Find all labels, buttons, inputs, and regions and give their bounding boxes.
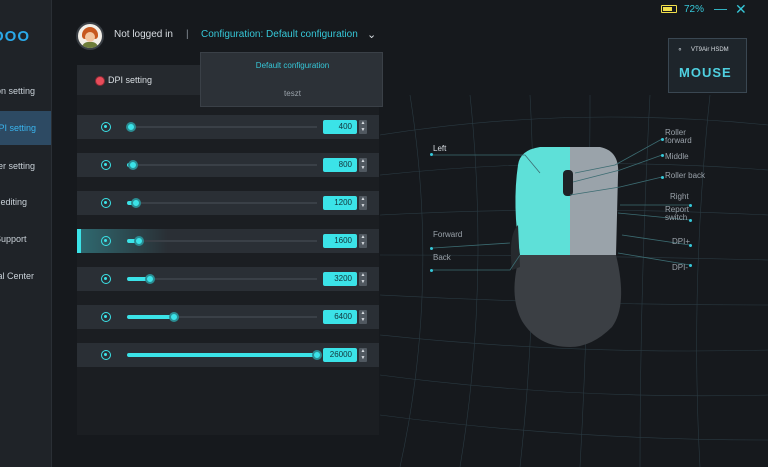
- sidebar-item-support[interactable]: Support: [0, 222, 51, 256]
- app-logo: OOO: [0, 28, 31, 45]
- label-dpi-minus[interactable]: DPI-: [672, 263, 688, 272]
- dpi-radio[interactable]: [101, 350, 111, 360]
- dpi-slider[interactable]: [127, 353, 317, 357]
- label-report-switch-2[interactable]: switch: [665, 213, 687, 222]
- dpi-stepper[interactable]: ▲ ▼: [359, 120, 367, 134]
- dpi-radio[interactable]: [101, 198, 111, 208]
- dpi-stepper[interactable]: ▲ ▼: [359, 310, 367, 324]
- sidebar-item-dpi-setting[interactable]: DPI setting: [0, 111, 51, 145]
- battery-icon: [661, 5, 677, 13]
- dpi-slider-handle[interactable]: [130, 198, 141, 208]
- dpi-radio[interactable]: [101, 236, 111, 246]
- label-right[interactable]: Right: [670, 192, 689, 201]
- dpi-value-input[interactable]: 800: [323, 158, 357, 172]
- dpi-row[interactable]: 1600 ▲ ▼: [77, 229, 379, 253]
- label-middle[interactable]: Middle: [665, 152, 689, 161]
- label-roller-forward-2[interactable]: forward: [665, 136, 692, 145]
- dpi-stepper[interactable]: ▲ ▼: [359, 234, 367, 248]
- dpi-radio[interactable]: [101, 312, 111, 322]
- device-name: VT9Air HSDM: [691, 47, 729, 53]
- active-indicator: [77, 305, 81, 329]
- mouse-diagram: Left Forward Back Roller forward Middle …: [379, 94, 768, 467]
- device-card[interactable]: ⚬ VT9Air HSDM MOUSE: [668, 38, 747, 93]
- dpi-row[interactable]: 1200 ▲ ▼: [77, 191, 379, 215]
- sidebar-item-personal-center[interactable]: Personal Center: [0, 259, 51, 293]
- label-back[interactable]: Back: [433, 253, 451, 262]
- dpi-radio[interactable]: [101, 160, 111, 170]
- dpi-slider[interactable]: [127, 277, 317, 281]
- label-roller-back[interactable]: Roller back: [665, 171, 705, 180]
- status-indicator-icon: [95, 76, 105, 86]
- dpi-value-input[interactable]: 1600: [323, 234, 357, 248]
- sidebar-item-label: Filter setting: [0, 161, 36, 171]
- dpi-slider-handle[interactable]: [312, 350, 322, 360]
- sidebar-item-label: Macro editing: [0, 197, 28, 207]
- active-indicator: [77, 343, 81, 367]
- dropdown-option-teszt[interactable]: teszt: [201, 89, 384, 98]
- sidebar: OOO Action setting DPI setting Filter se…: [0, 0, 52, 467]
- configuration-dropdown: Default configuration teszt: [200, 52, 383, 107]
- sidebar-item-filter-setting[interactable]: Filter setting: [0, 149, 51, 183]
- label-forward[interactable]: Forward: [433, 230, 462, 239]
- dpi-panel: DPI setting 400 ▲ ▼ 800 ▲ ▼ 1200 ▲ ▼ 1600 ▲ ▼ 3200 ▲ ▼…: [77, 65, 379, 435]
- dpi-slider-handle[interactable]: [145, 274, 156, 284]
- sidebar-item-label: DPI setting: [0, 123, 37, 133]
- header-separator: |: [186, 29, 189, 40]
- minimize-icon[interactable]: —: [714, 1, 727, 16]
- dpi-panel-title: DPI setting: [108, 75, 153, 85]
- sidebar-item-label: Personal Center: [0, 271, 35, 281]
- login-status[interactable]: Not logged in: [114, 29, 173, 40]
- dpi-value-input[interactable]: 1200: [323, 196, 357, 210]
- dpi-stepper[interactable]: ▲ ▼: [359, 196, 367, 210]
- dpi-row[interactable]: 6400 ▲ ▼: [77, 305, 379, 329]
- dpi-row[interactable]: 800 ▲ ▼: [77, 153, 379, 177]
- dpi-stepper[interactable]: ▲ ▼: [359, 158, 367, 172]
- close-icon[interactable]: ✕: [735, 1, 747, 18]
- dpi-slider[interactable]: [127, 201, 317, 205]
- dpi-slider-fill: [127, 353, 317, 357]
- dpi-value-input[interactable]: 6400: [323, 310, 357, 324]
- active-indicator: [77, 191, 81, 215]
- dpi-row[interactable]: 400 ▲ ▼: [77, 115, 379, 139]
- mouse-icon: [510, 147, 622, 347]
- sidebar-item-macro-editing[interactable]: Macro editing: [0, 185, 51, 219]
- active-indicator: [77, 115, 81, 139]
- dpi-slider[interactable]: [127, 125, 317, 129]
- dpi-value-input[interactable]: 400: [323, 120, 357, 134]
- chevron-down-icon[interactable]: ⌄: [367, 28, 376, 41]
- dpi-radio[interactable]: [101, 122, 111, 132]
- dpi-slider[interactable]: [127, 163, 317, 167]
- dpi-slider-handle[interactable]: [127, 160, 138, 170]
- battery-percent: 72%: [684, 4, 705, 15]
- dpi-stepper[interactable]: ▲ ▼: [359, 348, 367, 362]
- dropdown-option-default[interactable]: Default configuration: [201, 61, 384, 70]
- dpi-slider-fill: [127, 315, 174, 319]
- top-bar: Not logged in | Configuration: Default c…: [52, 0, 768, 93]
- sidebar-item-label: Support: [0, 234, 27, 244]
- dpi-row[interactable]: 3200 ▲ ▼: [77, 267, 379, 291]
- dpi-slider[interactable]: [127, 315, 317, 319]
- dpi-slider[interactable]: [127, 239, 317, 243]
- sidebar-item-action-setting[interactable]: Action setting: [0, 74, 51, 108]
- dpi-row[interactable]: 26000 ▲ ▼: [77, 343, 379, 367]
- configuration-selector[interactable]: Configuration: Default configuration: [201, 29, 358, 40]
- dpi-slider-handle[interactable]: [133, 236, 144, 246]
- dpi-value-input[interactable]: 3200: [323, 272, 357, 286]
- label-left[interactable]: Left: [433, 144, 446, 153]
- sidebar-item-label: Action setting: [0, 86, 36, 96]
- dpi-stepper[interactable]: ▲ ▼: [359, 272, 367, 286]
- device-type: MOUSE: [679, 65, 732, 80]
- dpi-slider-handle[interactable]: [125, 122, 136, 132]
- active-indicator: [77, 153, 81, 177]
- label-dpi-plus[interactable]: DPI+: [672, 237, 690, 246]
- avatar[interactable]: [76, 22, 104, 50]
- active-indicator: [77, 267, 81, 291]
- active-indicator: [77, 229, 81, 253]
- dpi-slider-handle[interactable]: [168, 312, 179, 322]
- dpi-value-input[interactable]: 26000: [323, 348, 357, 362]
- dpi-radio[interactable]: [101, 274, 111, 284]
- wireless-icon: ⚬: [677, 47, 683, 54]
